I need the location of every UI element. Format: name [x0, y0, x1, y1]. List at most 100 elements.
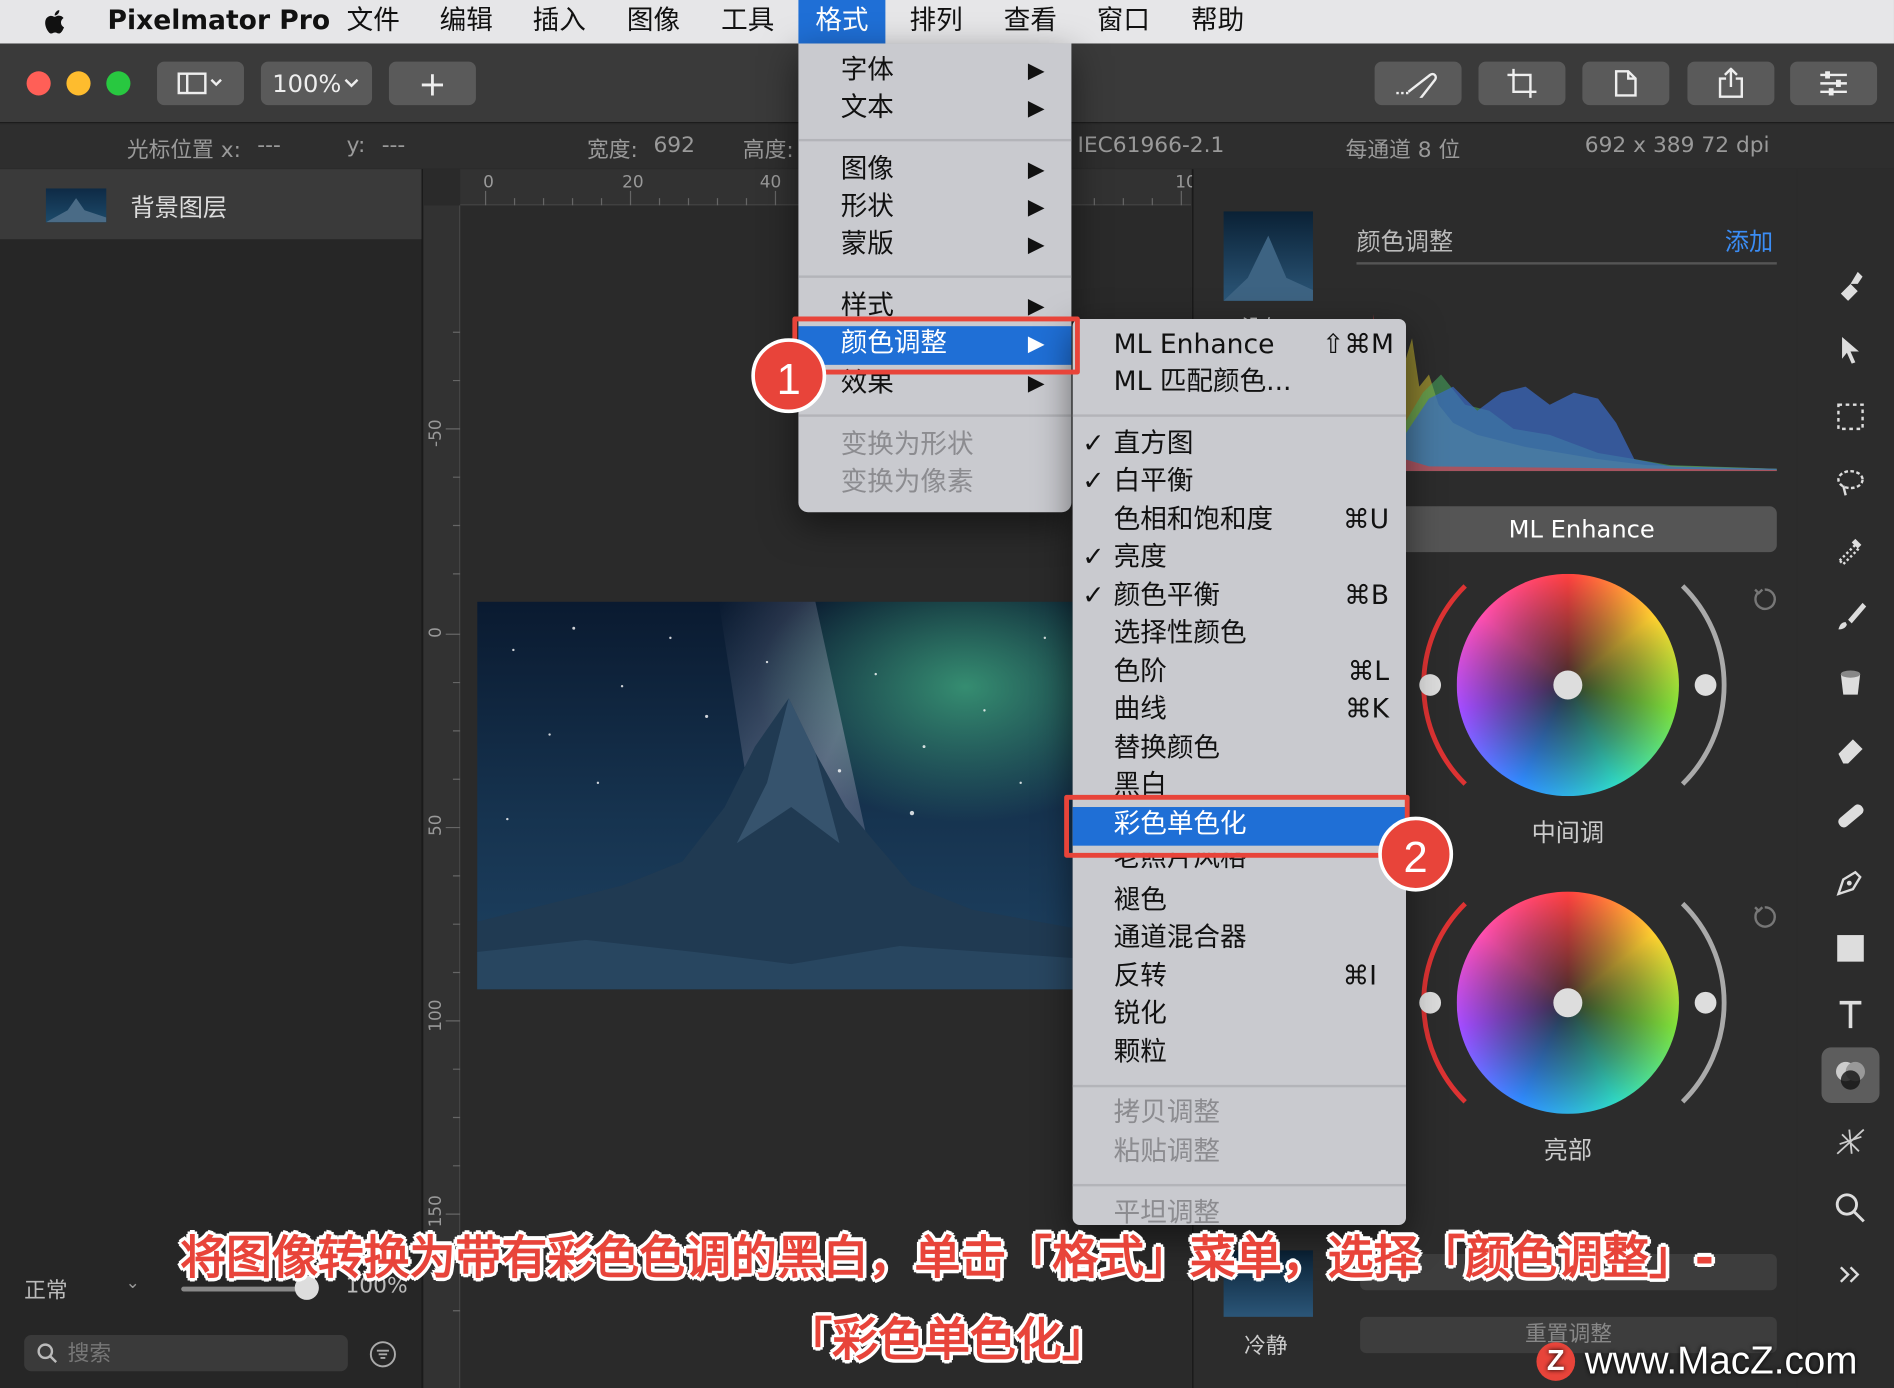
arrange-tool[interactable]: [1822, 323, 1880, 379]
menu-insert[interactable]: 插入: [533, 0, 586, 43]
menu-help[interactable]: 帮助: [1191, 0, 1244, 43]
menu-tools[interactable]: 工具: [721, 0, 774, 43]
lasso-tool[interactable]: [1822, 455, 1880, 511]
sidebar-icon: [177, 72, 222, 95]
menu-image[interactable]: 图像: [627, 0, 680, 43]
menu-item-color-balance[interactable]: ✓ 颜色平衡 ⌘B: [1073, 579, 1406, 615]
caption-line-1: 将图像转换为带有彩色色调的黑白，单击「格式」菜单，选择「颜色调整」-: [180, 1231, 1714, 1285]
zoom-window-button[interactable]: [106, 71, 131, 96]
reset-icon[interactable]: [1751, 586, 1778, 613]
type-tool[interactable]: [1822, 987, 1880, 1043]
menu-item-ml-enhance[interactable]: ML Enhance ⇧⌘M: [1073, 327, 1406, 363]
menu-item-sharpen[interactable]: 锐化: [1073, 997, 1406, 1033]
menu-item-brightness[interactable]: ✓ 亮度: [1073, 540, 1406, 576]
bandage-icon: [1838, 804, 1864, 828]
menu-item-label: 颗粒: [1113, 1037, 1167, 1068]
retouch-tool[interactable]: [1822, 788, 1880, 844]
pen-tool[interactable]: [1822, 854, 1880, 910]
cursor-y-label: y:: [346, 132, 366, 159]
ruler-v-tick: 100: [426, 999, 446, 1032]
crop-button[interactable]: [1478, 61, 1566, 106]
menu-item-black-white[interactable]: 黑白: [1073, 768, 1406, 798]
highlights-right-knob[interactable]: [1694, 991, 1717, 1014]
menu-item-fade[interactable]: 褪色: [1073, 883, 1406, 919]
menu-item-histogram[interactable]: ✓ 直方图: [1073, 426, 1406, 462]
menu-view[interactable]: 查看: [1004, 0, 1057, 43]
reset-icon[interactable]: [1751, 904, 1778, 931]
menu-item-shortcut: ⌘K: [1345, 694, 1390, 725]
crop-icon: [1507, 68, 1537, 98]
menu-item-replace-color[interactable]: 替换颜色: [1073, 731, 1406, 767]
menu-item-convert-to-shape[interactable]: 变换为形状: [798, 428, 1071, 464]
paintbrush-icon: [1396, 72, 1437, 98]
midtones-right-knob[interactable]: [1694, 674, 1717, 696]
menu-item-image[interactable]: 图像 ▶: [798, 152, 1071, 188]
document-button[interactable]: [1582, 61, 1670, 106]
menu-item-label: 反转: [1113, 961, 1167, 992]
highlights-wheel-handle[interactable]: [1553, 988, 1583, 1018]
menu-app-name[interactable]: Pixelmator Pro: [108, 0, 331, 43]
menu-item-label: 亮度: [1113, 542, 1167, 573]
color-adjust-tool[interactable]: [1821, 1047, 1880, 1103]
menu-separator: [1072, 1183, 1406, 1187]
pen-icon: [1836, 870, 1862, 896]
opacity-slider[interactable]: [181, 1286, 309, 1292]
menu-item-mask[interactable]: 蒙版 ▶: [798, 227, 1071, 263]
sidebar-toggle-button[interactable]: [157, 61, 244, 106]
style-tool[interactable]: [1822, 256, 1880, 312]
menu-item-channel-mixer[interactable]: 通道混合器: [1073, 921, 1406, 957]
minimize-window-button[interactable]: [66, 71, 91, 96]
highlights-left-knob[interactable]: [1419, 991, 1442, 1014]
fill-tool[interactable]: [1822, 655, 1880, 711]
paint-tool[interactable]: [1822, 588, 1880, 644]
menu-item-grain[interactable]: 颗粒: [1073, 1035, 1406, 1071]
layer-row[interactable]: 背景图层: [0, 169, 422, 240]
format-menu: 字体 ▶ 文本 ▶ 图像 ▶ 形状 ▶ 蒙版 ▶ 样式 ▶ 颜色调整 ▶ 效果 ▶ 变换为形状 …: [798, 43, 1072, 513]
selection-tool[interactable]: [1822, 389, 1880, 445]
menu-item-curves[interactable]: 曲线 ⌘K: [1073, 692, 1406, 728]
close-window-button[interactable]: [26, 71, 51, 96]
menu-item-paste-adjustments[interactable]: 粘贴调整: [1073, 1134, 1406, 1170]
menu-arrange[interactable]: 排列: [910, 0, 963, 43]
menu-item-label: 文本: [840, 93, 894, 124]
menu-separator: [798, 414, 1072, 417]
checkmark-icon: ✓: [1082, 428, 1105, 460]
midtones-wheel-handle[interactable]: [1553, 670, 1583, 700]
canvas-image[interactable]: [477, 601, 1073, 990]
add-button[interactable]: +: [388, 61, 476, 106]
menu-item-levels[interactable]: 色阶 ⌘L: [1073, 655, 1406, 691]
menu-item-label: 变换为形状: [840, 430, 974, 461]
paintbrush-icon: [1838, 602, 1867, 630]
shape-tool[interactable]: [1822, 921, 1880, 977]
menu-item-text[interactable]: 文本 ▶: [798, 91, 1071, 127]
menu-item-copy-adjustments[interactable]: 拷贝调整: [1073, 1096, 1406, 1132]
menu-file[interactable]: 文件: [347, 0, 400, 43]
apple-icon[interactable]: [41, 7, 70, 36]
color-picker-tool[interactable]: [1822, 522, 1880, 578]
add-adjustment-link[interactable]: 添加: [1725, 222, 1773, 257]
preset-thumbnail[interactable]: [1223, 211, 1313, 301]
menu-item-shape[interactable]: 形状 ▶: [798, 190, 1071, 226]
menu-item-ml-match-colors[interactable]: ML 匹配颜色...: [1073, 365, 1406, 401]
zoom-select[interactable]: 100%: [260, 61, 373, 106]
menu-item-convert-to-pixels[interactable]: 变换为像素: [798, 465, 1071, 501]
zoom-value: 100%: [272, 68, 342, 98]
effects-tool[interactable]: [1822, 1114, 1880, 1170]
ml-enhance-button[interactable]: ML Enhance: [1386, 506, 1777, 553]
menu-item-font[interactable]: 字体 ▶: [798, 53, 1071, 89]
rectangle-icon: [1837, 935, 1864, 962]
midtones-left-knob[interactable]: [1419, 674, 1442, 696]
menu-window[interactable]: 窗口: [1097, 0, 1150, 43]
share-button[interactable]: [1687, 61, 1775, 106]
menu-format[interactable]: 格式: [798, 0, 886, 44]
adjustments-button[interactable]: [1790, 61, 1878, 106]
menu-item-white-balance[interactable]: ✓ 白平衡: [1073, 464, 1406, 500]
checkmark-icon: ✓: [1082, 466, 1105, 497]
menu-item-selective-color[interactable]: 选择性颜色: [1073, 616, 1406, 652]
paint-tool-button[interactable]: [1374, 61, 1462, 106]
menu-item-hue-saturation[interactable]: 色相和饱和度 ⌘U: [1073, 503, 1406, 539]
menu-edit[interactable]: 编辑: [440, 0, 493, 43]
bit-depth: 每通道 8 位: [1345, 137, 1461, 164]
menu-item-invert[interactable]: 反转 ⌘I: [1073, 959, 1406, 995]
erase-tool[interactable]: [1822, 721, 1880, 777]
